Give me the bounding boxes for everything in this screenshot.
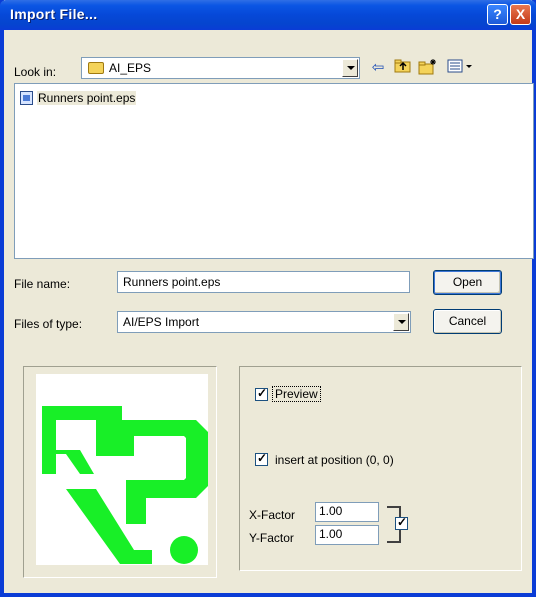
view-menu-icon[interactable] (446, 58, 476, 78)
chevron-down-icon[interactable] (342, 59, 358, 77)
cancel-button[interactable]: Cancel (433, 309, 502, 334)
files-of-type-value: AI/EPS Import (123, 315, 200, 329)
files-of-type-label: Files of type: (14, 317, 83, 331)
look-in-label: Look in: (14, 65, 57, 79)
insert-position-label[interactable]: insert at position (0, 0) (275, 453, 394, 467)
import-options-panel: Preview insert at position (0, 0) X-Fact… (239, 366, 522, 571)
eps-file-icon (20, 91, 33, 105)
folder-icon (88, 62, 104, 74)
preview-checkbox-label[interactable]: Preview (272, 386, 321, 402)
help-button[interactable]: ? (487, 4, 508, 25)
title-bar[interactable]: Import File... ? X (0, 0, 536, 30)
look-in-value: AI_EPS (109, 61, 152, 75)
preview-image (36, 374, 208, 565)
window-title: Import File... (10, 6, 98, 22)
back-arrow-icon[interactable]: ⇦ (368, 58, 388, 78)
insert-position-checkbox[interactable] (255, 451, 268, 466)
file-list[interactable]: Runners point.eps (14, 83, 534, 259)
preview-checkbox[interactable] (255, 386, 268, 401)
close-button[interactable]: X (510, 4, 531, 25)
import-file-dialog: Import File... ? X Look in: AI_EPS ⇦ Run… (0, 0, 536, 597)
link-factors-checkbox[interactable] (395, 515, 408, 530)
x-factor-input[interactable]: 1.00 (315, 502, 379, 522)
look-in-select[interactable]: AI_EPS (81, 57, 360, 79)
y-factor-label: Y-Factor (249, 531, 294, 545)
link-bracket-bottom (387, 541, 401, 543)
up-folder-icon[interactable] (393, 58, 413, 78)
y-factor-input[interactable]: 1.00 (315, 525, 379, 545)
file-name-label: File name: (14, 277, 71, 291)
file-name-input[interactable]: Runners point.eps (117, 271, 410, 293)
chevron-down-icon[interactable] (393, 313, 409, 331)
runners-point-logo (42, 406, 208, 564)
x-factor-label: X-Factor (249, 508, 296, 522)
open-button[interactable]: Open (433, 270, 502, 295)
new-folder-icon[interactable] (418, 58, 438, 78)
file-name-text: Runners point.eps (37, 91, 137, 105)
files-of-type-select[interactable]: AI/EPS Import (117, 311, 411, 333)
preview-panel (23, 366, 217, 578)
